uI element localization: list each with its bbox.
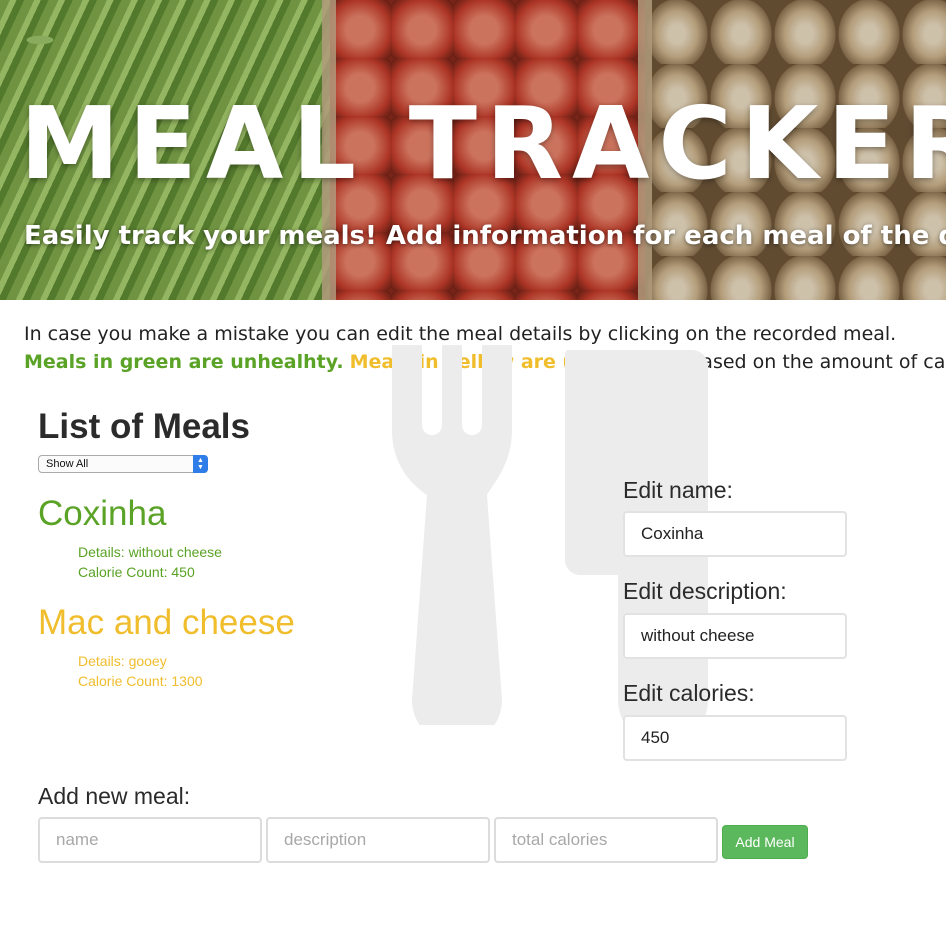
filter-selected-value: Show All bbox=[46, 458, 89, 470]
hero-banner: MEAL TRACKER Easily track your meals! Ad… bbox=[0, 0, 946, 300]
add-meal-label: Add new meal: bbox=[38, 783, 191, 809]
page-title: MEAL TRACKER bbox=[20, 85, 946, 202]
page-subtitle: Easily track your meals! Add information… bbox=[24, 221, 946, 251]
edit-description-input[interactable] bbox=[623, 613, 847, 659]
meal-details: Details: without cheese bbox=[78, 544, 222, 560]
instructions-line-1: In case you make a mistake you can edit … bbox=[24, 323, 897, 345]
meal-details: Details: gooey bbox=[78, 653, 167, 669]
new-meal-description-input[interactable] bbox=[266, 817, 490, 863]
edit-calories-label: Edit calories: bbox=[623, 680, 755, 706]
meal-name: Coxinha bbox=[38, 494, 167, 533]
edit-name-input[interactable] bbox=[623, 511, 847, 557]
edit-name-label: Edit name: bbox=[623, 477, 733, 503]
new-meal-name-input[interactable] bbox=[38, 817, 262, 863]
green-legend: Meals in green are unhealhty. bbox=[24, 351, 344, 373]
meal-filter-select[interactable]: Show All ▲ ▼ bbox=[38, 455, 208, 473]
meal-calories: Calorie Count: 1300 bbox=[78, 673, 203, 689]
meal-item-coxinha[interactable]: Coxinha Details: without cheese Calorie … bbox=[38, 494, 222, 582]
edit-calories-input[interactable] bbox=[623, 715, 847, 761]
add-meal-button[interactable]: Add Meal bbox=[722, 825, 808, 859]
select-arrows-icon: ▲ ▼ bbox=[193, 455, 208, 473]
list-title: List of Meals bbox=[38, 407, 250, 446]
meal-item-mac-and-cheese[interactable]: Mac and cheese Details: gooey Calorie Co… bbox=[38, 603, 295, 691]
edit-description-label: Edit description: bbox=[623, 578, 787, 604]
new-meal-calories-input[interactable] bbox=[494, 817, 718, 863]
meal-calories: Calorie Count: 450 bbox=[78, 564, 195, 580]
meal-name: Mac and cheese bbox=[38, 603, 295, 642]
